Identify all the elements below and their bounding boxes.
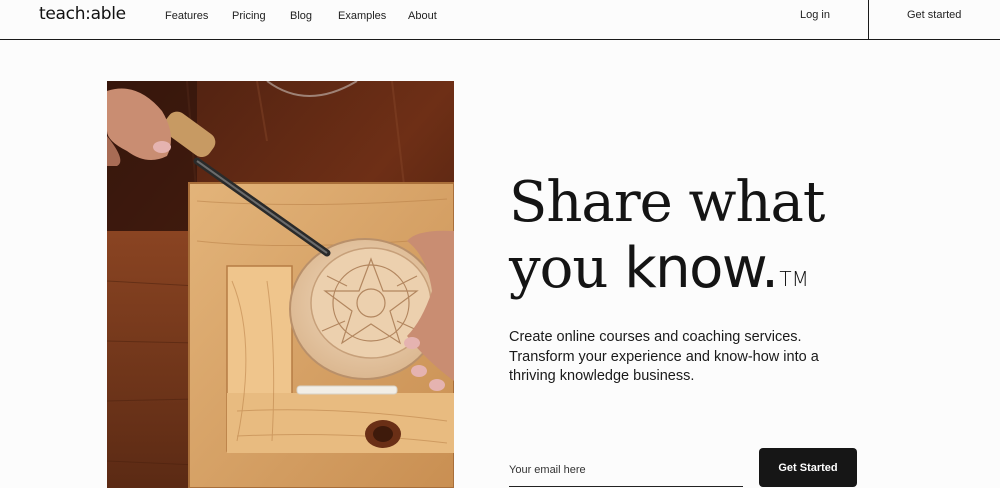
- teachable-logo[interactable]: teach:able: [39, 4, 126, 24]
- nav-link-examples[interactable]: Examples: [338, 10, 386, 22]
- headline-line-1: Share what: [509, 170, 825, 235]
- get-started-button[interactable]: Get Started: [759, 448, 857, 487]
- headline-strong-word: know.: [624, 236, 779, 301]
- nav-divider: [868, 0, 869, 40]
- hero-subtitle: Create online courses and coaching servi…: [509, 329, 819, 384]
- get-started-link[interactable]: Get started: [907, 9, 961, 21]
- trademark-symbol: TM: [779, 267, 809, 291]
- login-link[interactable]: Log in: [800, 9, 830, 21]
- nav-link-features[interactable]: Features: [165, 10, 208, 22]
- nav-link-blog[interactable]: Blog: [290, 10, 312, 22]
- hero-headline: Share what you know. TM: [509, 170, 889, 302]
- top-navigation: teach:able Features Pricing Blog Example…: [0, 0, 1000, 40]
- headline-line-2-plain: you: [509, 236, 625, 301]
- nav-link-pricing[interactable]: Pricing: [232, 10, 266, 22]
- hero-image-woodcarving: [107, 81, 454, 488]
- nav-link-about[interactable]: About: [408, 10, 437, 22]
- email-input[interactable]: [509, 454, 743, 487]
